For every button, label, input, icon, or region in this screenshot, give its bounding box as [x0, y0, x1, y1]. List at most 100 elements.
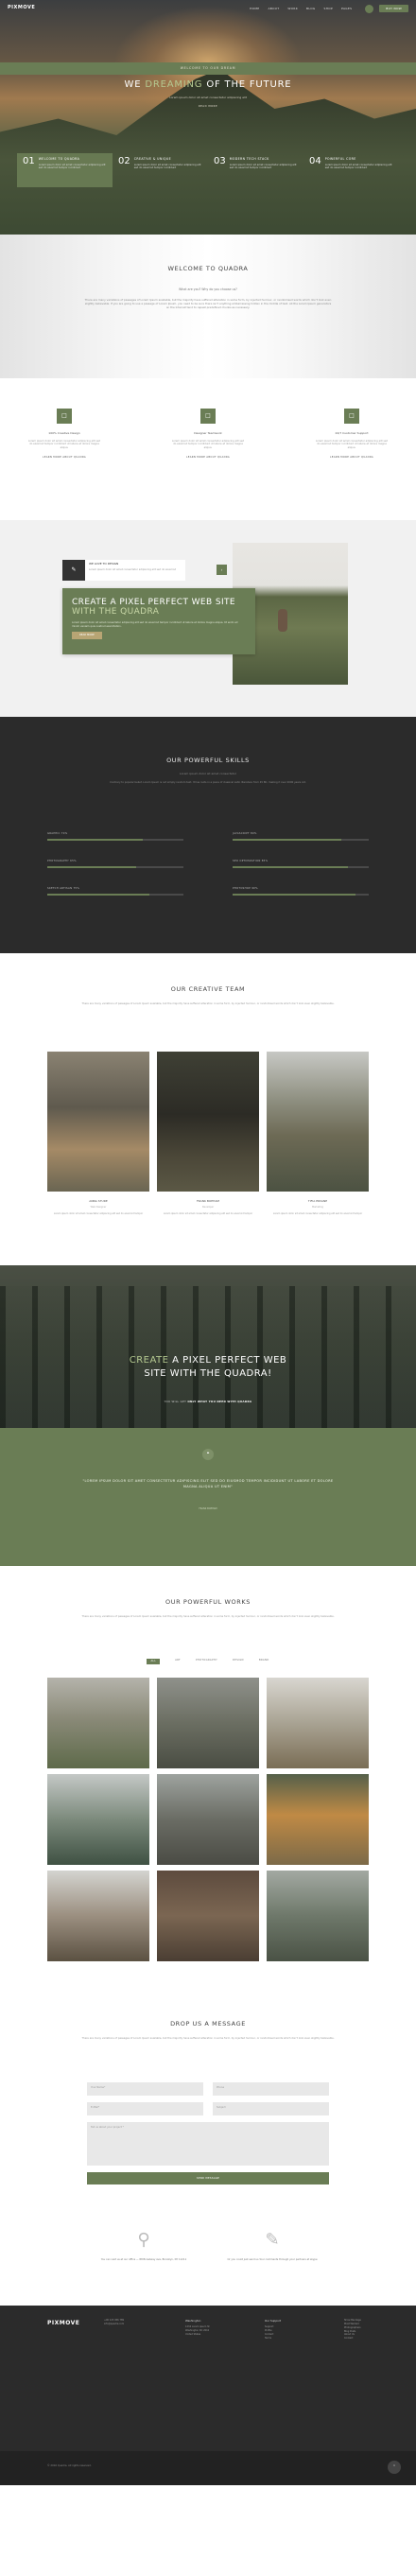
cta-title-a: A PIXEL PERFECT WEB: [168, 1355, 287, 1366]
member-bio: Lorem ipsum dolor sit amet consectetur a…: [272, 1212, 363, 1216]
skills-title: OUR POWERFUL SKILLS: [166, 757, 250, 764]
portfolio-item[interactable]: [267, 1774, 369, 1865]
menu-item-blog[interactable]: BLOG: [306, 7, 316, 11]
member-bio: Lorem ipsum dolor sit amet consectetur a…: [163, 1212, 253, 1216]
buy-now-button[interactable]: BUY NOW: [379, 4, 408, 13]
cta-title-b: SITE WITH THE QUADRA!: [144, 1367, 272, 1379]
message-text: Or you could just send us Your comments …: [227, 2258, 318, 2261]
footer-link[interactable]: Photographers: [344, 2326, 361, 2330]
filter-design[interactable]: DESIGN: [233, 1659, 244, 1664]
filter-photography[interactable]: PHOTOGRAPHY: [196, 1659, 217, 1664]
member-name: ANNA STURE: [89, 1199, 108, 1203]
hero-title: WE DREAMING OF THE FUTURE: [0, 78, 416, 92]
skill-track: [233, 893, 369, 896]
feature-card-4[interactable]: 04 POWERFUL CORE Lorem ipsum dolor sit am…: [303, 153, 399, 187]
email-field[interactable]: E-Mail*: [87, 2102, 203, 2115]
team-text: There are many variations of passages of…: [81, 1001, 335, 1005]
service-link[interactable]: LEARN MORE ABOUT QUADRA: [170, 456, 246, 460]
pixel-read-more-button[interactable]: READ MORE: [72, 632, 102, 640]
design-icon: □: [57, 409, 72, 424]
skills-section: OUR POWERFUL SKILLS Lorem ipsum dolor si…: [0, 717, 416, 953]
hero-subtitle: WELCOME TO OUR DREAM: [0, 62, 416, 75]
service-link[interactable]: LEARN MORE ABOUT QUADRA: [26, 456, 102, 460]
menu-item-shop[interactable]: SHOP: [324, 7, 334, 11]
address-text: You can visit us at our office — 88 Broa…: [100, 2258, 187, 2261]
hero-title-b: OF THE FUTURE: [202, 79, 292, 90]
pixel-title-a: CREATE A PIXEL PERFECT WEB SITE: [72, 598, 235, 607]
footer-link[interactable]: Terms: [265, 2337, 281, 2341]
portfolio-item[interactable]: [157, 1774, 259, 1865]
skill-bar: PHOTOSHOP 90%: [233, 887, 369, 896]
menu-item-home[interactable]: HOME: [250, 7, 259, 11]
skill-bar: PHOTOGRAPHY 65%: [47, 860, 183, 868]
map-pin-icon: ⚲: [137, 2230, 150, 2250]
footer-link[interactable]: Contact: [344, 2337, 361, 2341]
portfolio-item[interactable]: [267, 1678, 369, 1768]
feature-card-3[interactable]: 03 MODERN TECH STACK Lorem ipsum dolor si…: [208, 153, 303, 187]
hero-read-more-link[interactable]: READ MORE: [0, 105, 416, 109]
filter-all[interactable]: ALL: [147, 1659, 161, 1664]
feature-title: POWERFUL CORE: [324, 157, 356, 161]
portfolio-item[interactable]: [47, 1871, 149, 1961]
contact-info-message: ✎ Or you could just send us Your comment…: [216, 2230, 329, 2262]
portfolio-item[interactable]: [47, 1774, 149, 1865]
contact-text: There are many variations of passages of…: [81, 2036, 335, 2040]
skills-subtitle: Lorem ipsum dolor sit amet consectetur: [179, 771, 237, 775]
feature-card-1[interactable]: 01 WELCOME TO QUADRA Lorem ipsum dolor si…: [17, 153, 113, 187]
pixel-title: CREATE A PIXEL PERFECT WEB SITE WITH THE…: [72, 598, 246, 618]
phone-field[interactable]: Phone: [213, 2082, 329, 2096]
feature-number: 04: [309, 156, 321, 166]
contact-section: DROP US A MESSAGE There are many variati…: [0, 1988, 416, 2306]
arrow-right-icon[interactable]: ›: [217, 565, 227, 575]
portfolio-item[interactable]: [47, 1678, 149, 1768]
tag-text: WE LOVE TO DESIGN Lorem ipsum dolor sit …: [89, 562, 180, 571]
pixel-card: CREATE A PIXEL PERFECT WEB SITE WITH THE…: [62, 588, 255, 654]
feature-title: CREATIVE & UNIQUE: [133, 157, 172, 161]
menu-item-about[interactable]: ABOUT: [268, 7, 279, 11]
contact-form: Your Name* Phone E-Mail* Subject Tell us…: [87, 2082, 329, 2184]
logo[interactable]: PIXMOVE: [8, 5, 35, 12]
contact-info-address: ⚲ You can visit us at our office — 88 Br…: [87, 2230, 200, 2262]
feature-card-2[interactable]: 02 CREATIVE & UNIQUE Lorem ipsum dolor si…: [113, 153, 208, 187]
service-link[interactable]: LEARN MORE ABOUT QUADRA: [314, 456, 390, 460]
skill-bar: SEO OPTIMIZATION 85%: [233, 860, 369, 868]
forest-cta-section: CREATE A PIXEL PERFECT WEB SITE WITH THE …: [0, 1265, 416, 1428]
filter-brand[interactable]: BRAND: [259, 1659, 269, 1664]
copyright-bar: © 2016 Quadra. All rights reserved. ⌃: [0, 2451, 416, 2485]
name-field[interactable]: Your Name*: [87, 2082, 203, 2096]
skill-label: SEO OPTIMIZATION 85%: [233, 859, 269, 862]
quote-author: FRANK BOEHAM: [199, 1507, 217, 1510]
portfolio-item[interactable]: [157, 1871, 259, 1961]
member-role: Developer: [201, 1205, 215, 1209]
tag-title: WE LOVE TO DESIGN: [89, 562, 119, 566]
footer-logo[interactable]: PIXMOVE: [47, 2319, 79, 2327]
team-icon: □: [200, 409, 216, 424]
member-photo: [47, 1052, 149, 1192]
works-section: OUR POWERFUL WORKS There are many variat…: [0, 1566, 416, 1988]
menu-item-work[interactable]: WORK: [287, 7, 298, 11]
cta-subtitle: YOU WILL GET ONLY WHAT YOU NEED WITH QUA…: [0, 1400, 416, 1403]
cart-icon[interactable]: [365, 4, 374, 13]
skill-bar: GRAPHIC 70%: [47, 832, 183, 841]
hero-title-highlight: DREAMING: [145, 79, 203, 90]
skill-fill: [233, 838, 342, 841]
subject-field[interactable]: Subject: [213, 2102, 329, 2115]
send-message-button[interactable]: SEND MESSAGE: [87, 2172, 329, 2184]
menu-item-pages[interactable]: PAGES: [341, 7, 352, 11]
message-field[interactable]: Tell us about your project *: [87, 2122, 329, 2166]
skill-bar: SKETCH ARTISAN 75%: [47, 887, 183, 896]
skill-label: SKETCH ARTISAN 75%: [47, 886, 80, 890]
portfolio-item[interactable]: [267, 1871, 369, 1961]
hero-title-a: WE: [124, 79, 146, 90]
service-title: 100% Creative Design: [48, 431, 80, 435]
scroll-top-icon[interactable]: ⌃: [388, 2461, 401, 2474]
feature-title: WELCOME TO QUADRA: [38, 157, 80, 161]
service-item: □ 24/7 Customer Support Lorem ipsum dolo…: [314, 409, 390, 520]
filter-art[interactable]: ART: [175, 1659, 181, 1664]
footer-email[interactable]: info@quadra.com: [104, 2323, 124, 2326]
portfolio-item[interactable]: [157, 1678, 259, 1768]
cta-sub-a: YOU WILL GET: [164, 1400, 188, 1403]
footer-col-head: Washington: [185, 2319, 201, 2323]
service-desc: Lorem ipsum dolor sit amet consectetur a…: [315, 439, 389, 450]
team-section: OUR CREATIVE TEAM There are many variati…: [0, 953, 416, 1265]
